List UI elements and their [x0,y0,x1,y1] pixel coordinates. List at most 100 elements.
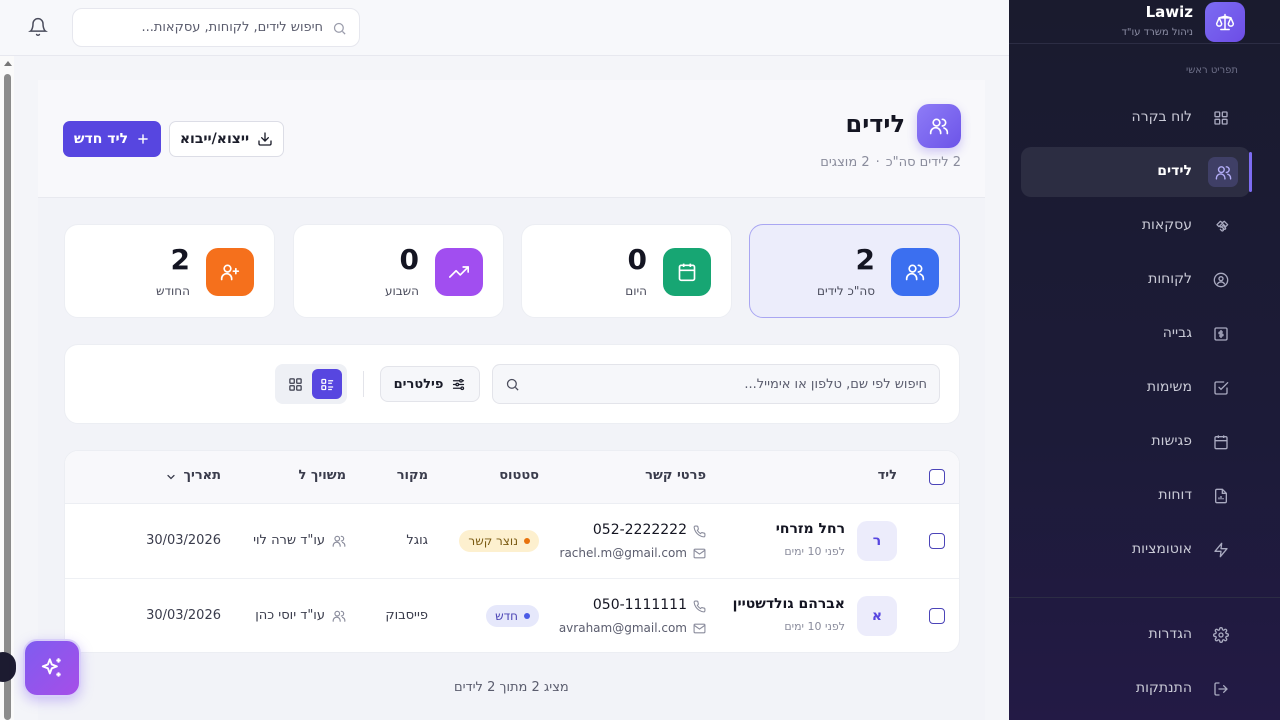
handshake-icon [1211,216,1231,236]
sort-chevron-down-icon[interactable] [165,471,177,483]
phone-icon [693,525,706,538]
list-view-icon [320,378,333,390]
lead-email[interactable]: avraham@gmail.com [559,621,687,635]
row-checkbox[interactable] [929,533,945,549]
table-row[interactable]: ר רחל מזרחי לפני 10 ימים 052-2222222 rac… [65,504,959,579]
mail-icon [693,547,706,560]
list-view-button[interactable] [312,369,342,399]
brand-subtitle: ניהול משרד עו"ד [1121,27,1193,38]
sidebar-item-leads[interactable]: לידים [1021,147,1250,197]
total-count: 2 לידים סה"כ [885,155,961,170]
column-header-assigned[interactable]: משויך ל [299,468,346,483]
calendar-icon [1211,432,1231,452]
users-icon [917,104,961,148]
sidebar-item-clients[interactable]: לקוחות [1021,255,1250,305]
lead-phone[interactable]: 050-1111111 [593,597,687,613]
search-icon [332,21,347,36]
calendar-icon [663,248,711,296]
sidebar-item-label: לידים [1157,163,1192,179]
sidebar-item-meetings[interactable]: פגישות [1021,417,1250,467]
filters-button[interactable]: פילטרים [380,366,480,402]
lead-source: גוגל [406,533,428,548]
stat-value: 0 [627,243,647,276]
sidebar-item-dashboard[interactable]: לוח בקרה [1021,93,1250,143]
stat-label: סה"כ לידים [816,284,875,298]
sidebar-item-tasks[interactable]: משימות [1021,363,1250,413]
lead-source: פייסבוק [385,608,428,623]
notification-bell-icon[interactable] [28,17,48,37]
lead-email[interactable]: rachel.m@gmail.com [560,546,687,560]
scroll-up-arrow-icon[interactable] [4,61,12,66]
status-badge[interactable]: נוצר קשר [459,530,539,552]
stat-card-today[interactable]: 0 היום [521,224,732,318]
sidebar-item-label: דוחות [1158,487,1192,503]
lead-search-input[interactable]: חיפוש לפי שם, טלפון או אימייל... [492,364,940,404]
sidebar-item-deals[interactable]: עסקאות [1021,201,1250,251]
new-lead-label: ליד חדש [73,131,129,147]
sparkles-icon [41,658,61,677]
table-header: ליד פרטי קשר סטטוס מקור משויך ל תאריך [65,451,959,504]
lead-name[interactable]: אברהם גולדשטיין [733,596,845,612]
scrollbar-thumb[interactable] [4,74,11,720]
column-header-contact[interactable]: פרטי קשר [645,468,706,483]
lead-assigned: עו"ד יוסי כהן [255,608,325,623]
view-toggle [275,364,347,404]
column-header-source[interactable]: מקור [397,468,428,483]
stat-label: החודש [155,284,190,298]
sidebar-item-label: התנתקות [1135,680,1192,696]
scales-logo-icon [1205,2,1245,42]
column-header-date[interactable]: תאריך [183,468,221,483]
grid-view-button[interactable] [280,369,310,399]
page-title: לידים [845,110,905,138]
sidebar-item-reports[interactable]: דוחות [1021,471,1250,521]
brand-header: Lawiz ניהול משרד עו"ד [1009,0,1280,44]
sidebar: Lawiz ניהול משרד עו"ד תפריט ראשי לוח בקר… [1009,0,1280,720]
users-icon [891,248,939,296]
phone-icon [693,600,706,613]
column-header-lead[interactable]: ליד [878,468,897,483]
lead-time: לפני 10 ימים [784,545,845,558]
lead-date: 30/03/2026 [146,533,221,548]
stat-label: השבוע [384,284,419,298]
column-header-status[interactable]: סטטוס [499,468,539,483]
trending-up-icon [435,248,483,296]
ai-assistant-button[interactable] [23,639,81,697]
select-all-checkbox[interactable] [929,469,945,485]
export-import-button[interactable]: ייצוא/ייבוא [169,121,284,157]
lead-search-placeholder: חיפוש לפי שם, טלפון או אימייל... [744,377,927,392]
status-badge[interactable]: חדש [486,605,539,627]
stat-value: 0 [399,243,419,276]
shown-count: 2 מוצגים [820,155,870,170]
stat-card-total[interactable]: 2 סה"כ לידים [749,224,960,318]
lead-phone[interactable]: 052-2222222 [593,522,687,538]
global-search-input[interactable]: חיפוש לידים, לקוחות, עסקאות... [72,8,360,47]
stat-value: 2 [170,243,190,276]
pagination-summary: מציג 2 מתוך 2 לידים [454,680,569,695]
active-indicator [1249,152,1252,192]
sidebar-item-label: הגדרות [1148,626,1192,642]
sidebar-item-billing[interactable]: גבייה [1021,309,1250,359]
lead-name[interactable]: רחל מזרחי [776,521,845,537]
sidebar-item-logout[interactable]: התנתקות [1021,664,1250,714]
download-icon [257,131,273,147]
export-import-label: ייצוא/ייבוא [179,131,250,147]
row-checkbox[interactable] [929,608,945,624]
sidebar-divider [1009,597,1280,598]
top-bar: חיפוש לידים, לקוחות, עסקאות... [0,0,1009,56]
task-check-icon [1211,378,1231,398]
leads-table: ליד פרטי קשר סטטוס מקור משויך ל תאריך ר … [64,450,960,653]
lead-assigned: עו"ד שרה לוי [253,533,325,548]
sidebar-item-label: משימות [1146,379,1192,395]
sidebar-item-automations[interactable]: אוטומציות [1021,525,1250,575]
lead-date: 30/03/2026 [146,608,221,623]
sidebar-item-label: אוטומציות [1131,541,1192,557]
stat-card-week[interactable]: 0 השבוע [293,224,504,318]
stat-card-month[interactable]: 2 החודש [64,224,275,318]
sidebar-item-settings[interactable]: הגדרות [1021,610,1250,660]
dashboard-icon [1211,108,1231,128]
table-row[interactable]: א אברהם גולדשטיין לפני 10 ימים 050-11111… [65,579,959,652]
stat-label: היום [625,284,647,298]
avatar: ר [857,521,897,561]
new-lead-button[interactable]: ליד חדש [63,121,161,157]
logout-icon [1211,679,1231,699]
